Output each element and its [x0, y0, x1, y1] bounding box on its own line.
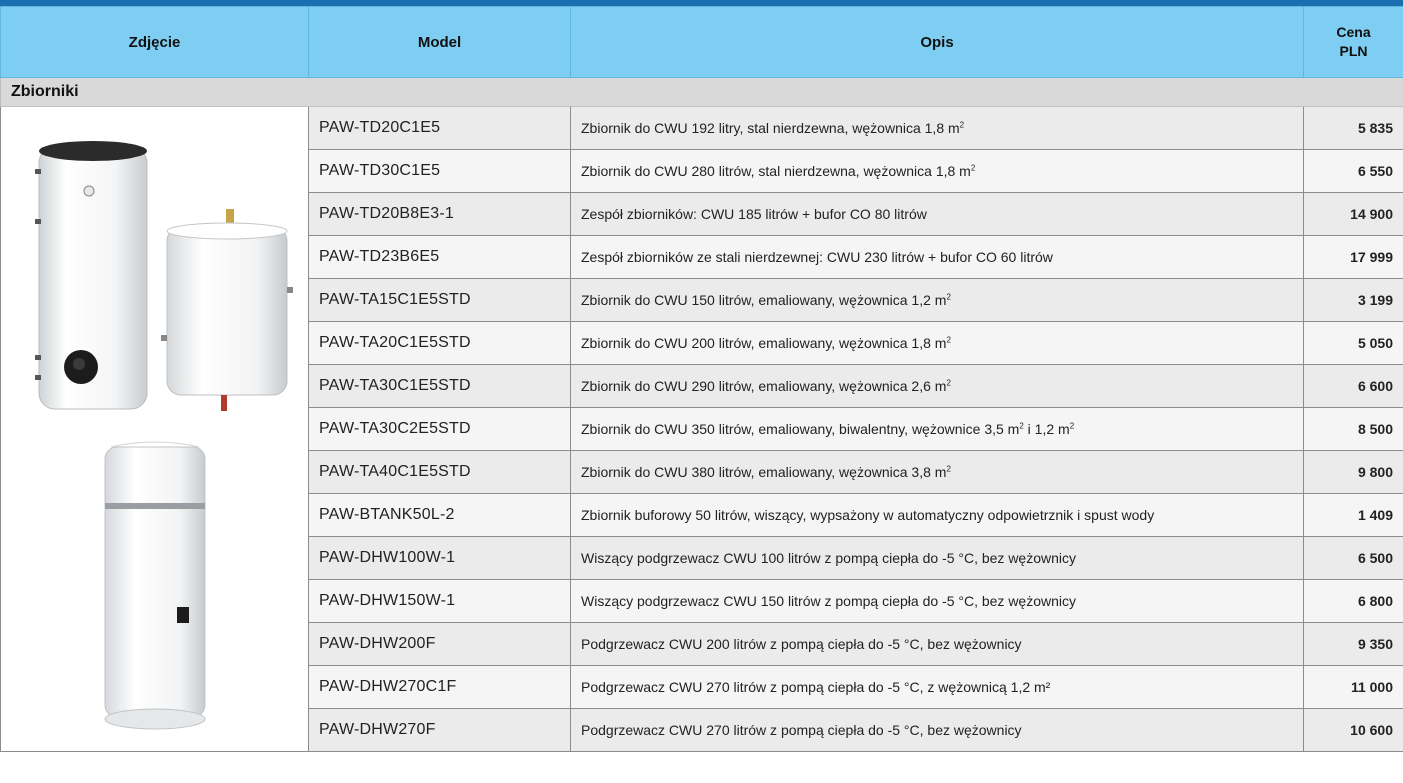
description-cell: Wiszący podgrzewacz CWU 150 litrów z pom… [570, 579, 1304, 623]
price-cell: 9 350 [1303, 622, 1403, 666]
model-cell: PAW-DHW100W-1 [308, 536, 571, 580]
model-cell: PAW-TA20C1E5STD [308, 321, 571, 365]
description-text: Wiszący podgrzewacz CWU 150 litrów z pom… [581, 593, 1077, 609]
description-text: Zespół zbiorników ze stali nierdzewnej: … [581, 249, 1053, 265]
model-cell: PAW-TD30C1E5 [308, 149, 571, 193]
header-price-line2: PLN [1339, 43, 1368, 59]
unit-superscript: 2 [946, 378, 951, 388]
table-header-row: Zdjęcie Model Opis Cena PLN [0, 6, 1403, 78]
price-cell: 10 600 [1303, 708, 1403, 752]
model-cell: PAW-DHW150W-1 [308, 579, 571, 623]
price-table: Zdjęcie Model Opis Cena PLN Zbiorniki PA… [0, 6, 1403, 752]
description-text: Zbiornik do CWU 280 litrów, stal nierdze… [581, 163, 971, 179]
model-cell: PAW-TD20B8E3-1 [308, 192, 571, 236]
description-text: Zbiornik buforowy 50 litrów, wiszący, wy… [581, 507, 1155, 523]
model-cell: PAW-TA15C1E5STD [308, 278, 571, 322]
header-description: Opis [570, 6, 1304, 78]
description-cell: Wiszący podgrzewacz CWU 100 litrów z pom… [570, 536, 1304, 580]
unit-superscript: 2 [946, 464, 951, 474]
description-text: Podgrzewacz CWU 270 litrów z pompą ciepł… [581, 722, 1022, 738]
model-cell: PAW-DHW270F [308, 708, 571, 752]
unit-superscript: 2 [1069, 421, 1075, 431]
description-cell: Zespół zbiorników ze stali nierdzewnej: … [570, 235, 1304, 279]
description-cell: Podgrzewacz CWU 200 litrów z pompą ciepł… [570, 622, 1304, 666]
description-text: Zbiornik do CWU 192 litry, stal nierdzew… [581, 120, 960, 136]
price-cell: 11 000 [1303, 665, 1403, 709]
description-cell: Zbiornik do CWU 280 litrów, stal nierdze… [570, 149, 1304, 193]
price-cell: 8 500 [1303, 407, 1403, 451]
description-text: Zespół zbiorników: CWU 185 litrów + bufo… [581, 206, 927, 222]
price-cell: 6 800 [1303, 579, 1403, 623]
description-text: Zbiornik do CWU 350 litrów, emaliowany, … [581, 421, 1020, 437]
description-text: Podgrzewacz CWU 200 litrów z pompą ciepł… [581, 636, 1022, 652]
model-cell: PAW-DHW270C1F [308, 665, 571, 709]
description-cell: Zbiornik do CWU 200 litrów, emaliowany, … [570, 321, 1304, 365]
table-row: PAW-TD20C1E5 Zbiornik do CWU 192 litry, s… [0, 106, 1403, 752]
model-cell: PAW-TA30C1E5STD [308, 364, 571, 408]
price-cell: 14 900 [1303, 192, 1403, 236]
section-row: Zbiorniki [0, 77, 1403, 107]
model-cell: PAW-TD20C1E5 [308, 106, 571, 150]
heat-pump-water-heater-image [104, 441, 206, 730]
description-text: Zbiornik do CWU 150 litrów, emaliowany, … [581, 292, 947, 308]
price-cell: 17 999 [1303, 235, 1403, 279]
description-text: Wiszący podgrzewacz CWU 100 litrów z pom… [581, 550, 1077, 566]
price-cell: 3 199 [1303, 278, 1403, 322]
description-text: Zbiornik do CWU 290 litrów, emaliowany, … [581, 378, 947, 394]
header-model: Model [308, 6, 571, 78]
description-cell: Podgrzewacz CWU 270 litrów z pompą ciepł… [570, 665, 1304, 709]
price-cell: 6 550 [1303, 149, 1403, 193]
price-cell: 9 800 [1303, 450, 1403, 494]
header-photo: Zdjęcie [0, 6, 309, 78]
header-price: Cena PLN [1303, 6, 1403, 78]
model-cell: PAW-TD23B6E5 [308, 235, 571, 279]
tanks-product-image [35, 141, 293, 730]
description-text: Zbiornik do CWU 380 litrów, emaliowany, … [581, 464, 947, 480]
description-cell: Zespół zbiorników: CWU 185 litrów + bufo… [570, 192, 1304, 236]
description-cell: Podgrzewacz CWU 270 litrów z pompą ciepł… [570, 708, 1304, 752]
price-cell: 5 050 [1303, 321, 1403, 365]
description-cell: Zbiornik do CWU 290 litrów, emaliowany, … [570, 364, 1304, 408]
description-text: Podgrzewacz CWU 270 litrów z pompą ciepł… [581, 679, 1051, 695]
price-cell: 6 500 [1303, 536, 1403, 580]
description-cell: Zbiornik do CWU 150 litrów, emaliowany, … [570, 278, 1304, 322]
product-photo-cell [0, 106, 309, 752]
description-text: Zbiornik do CWU 200 litrów, emaliowany, … [581, 335, 947, 351]
model-cell: PAW-TA40C1E5STD [308, 450, 571, 494]
large-tank-image [35, 141, 148, 410]
price-cell: 5 835 [1303, 106, 1403, 150]
description-cell: Zbiornik do CWU 380 litrów, emaliowany, … [570, 450, 1304, 494]
model-cell: PAW-TA30C2E5STD [308, 407, 571, 451]
description-cell: Zbiornik buforowy 50 litrów, wiszący, wy… [570, 493, 1304, 537]
model-cell: PAW-DHW200F [308, 622, 571, 666]
unit-superscript: 2 [946, 292, 951, 302]
price-cell: 1 409 [1303, 493, 1403, 537]
description-cell: Zbiornik do CWU 350 litrów, emaliowany, … [570, 407, 1304, 451]
description-tail: i 1,2 m [1023, 421, 1070, 437]
model-cell: PAW-BTANK50L-2 [308, 493, 571, 537]
buffer-tank-image [161, 209, 293, 411]
description-cell: Zbiornik do CWU 192 litry, stal nierdzew… [570, 106, 1304, 150]
unit-superscript: 2 [970, 163, 976, 173]
section-title: Zbiorniki [0, 77, 1403, 107]
header-price-line1: Cena [1336, 24, 1371, 40]
unit-superscript: 2 [946, 335, 951, 345]
unit-superscript: 2 [959, 120, 965, 130]
price-cell: 6 600 [1303, 364, 1403, 408]
